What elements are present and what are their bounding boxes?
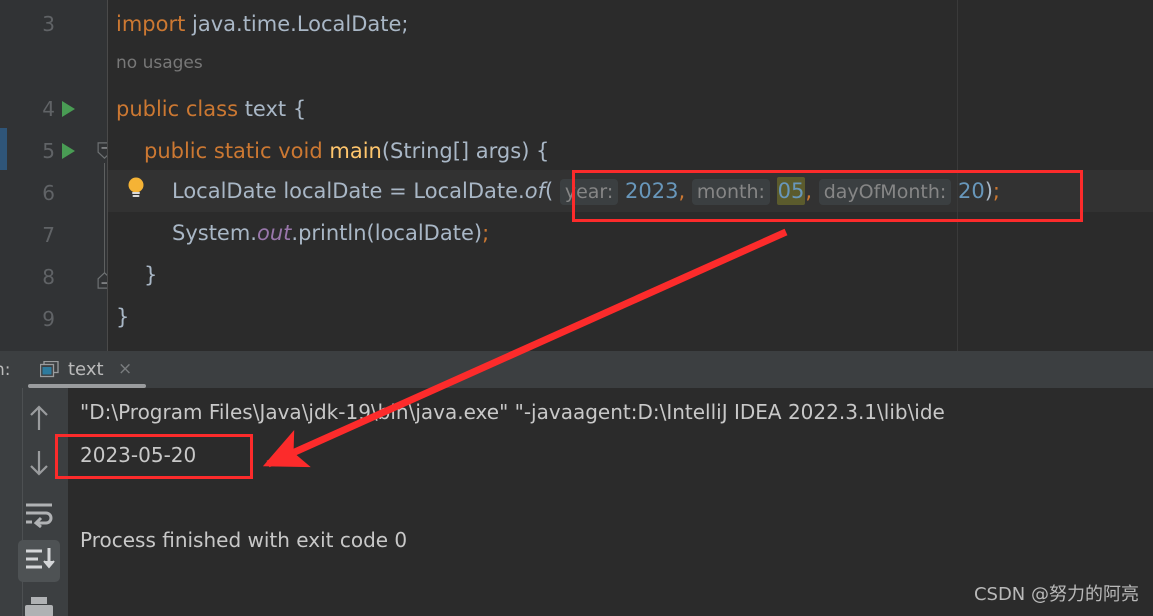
run-tool-window: n: text × <box>0 351 1153 616</box>
soft-wrap-button[interactable] <box>18 492 60 534</box>
run-tool-window-header: n: text × <box>0 351 1153 388</box>
keyword-class: class <box>185 97 239 121</box>
method-name-main: main <box>329 139 382 163</box>
close-brace: } <box>116 305 130 329</box>
tab-label-text: text <box>68 359 104 380</box>
console-output-value: 2023-05-20 <box>80 443 197 467</box>
console-exit-message: Process finished with exit code 0 <box>80 528 408 552</box>
inlay-no-usages[interactable]: no usages <box>116 48 203 78</box>
semicolon: ; <box>992 179 1000 203</box>
close-brace: } <box>144 263 158 287</box>
code-line-3: import java.time.LocalDate; <box>116 3 409 45</box>
arg-month-value: 05 <box>776 177 806 205</box>
main-params: (String[] args) { <box>381 139 550 163</box>
print-icon <box>25 597 53 616</box>
paren-close: ) <box>984 179 993 203</box>
keyword-static: static <box>213 139 272 163</box>
arg-day-value: 20 <box>957 179 985 203</box>
line-number: 9 <box>42 307 55 331</box>
line-number: 7 <box>42 223 55 247</box>
class-name-text: text <box>244 97 287 121</box>
editor-gutter[interactable]: 3 4 5 6 7 8 9 <box>7 0 112 351</box>
method-of: of <box>524 179 545 203</box>
semicolon: ; <box>482 221 490 245</box>
variable-localdate: localDate <box>283 179 383 203</box>
line-number: 4 <box>42 97 55 121</box>
keyword-public: public <box>144 139 208 163</box>
watermark-text: CSDN @努力的阿亮 <box>973 584 1139 605</box>
paren-open: ( <box>544 179 554 203</box>
run-tool-window-title: n: <box>0 360 11 380</box>
line-number: 5 <box>42 139 55 163</box>
inlay-hint-dayofmonth[interactable]: dayOfMonth: <box>818 179 952 205</box>
scroll-up-button[interactable] <box>18 398 60 440</box>
down-arrow-icon <box>30 451 48 476</box>
arg-year-value: 2023 <box>625 179 679 203</box>
fold-region-line <box>104 163 105 273</box>
code-line-7: System.out.println(localDate); <box>172 212 489 254</box>
close-icon[interactable]: × <box>118 360 132 378</box>
ide-screenshot: 3 4 5 6 7 8 9 import java.time.LocalDate… <box>0 0 1153 616</box>
field-out: out <box>256 221 292 245</box>
print-button[interactable] <box>18 590 60 616</box>
run-main-marker-icon[interactable] <box>62 143 75 159</box>
keyword-void: void <box>278 139 323 163</box>
inlay-hint-month[interactable]: month: <box>691 179 770 205</box>
soft-wrap-icon <box>26 503 53 529</box>
code-line-4: public class text { <box>116 88 306 130</box>
line-number: 8 <box>42 265 55 289</box>
vcs-change-strip <box>0 0 7 351</box>
run-class-marker-icon[interactable] <box>62 101 75 117</box>
keyword-import: import <box>116 12 186 36</box>
inlay-hint-year[interactable]: year: <box>559 179 619 205</box>
code-line-9: } <box>116 296 129 338</box>
code-line-6: LocalDate localDate = LocalDate.of( year… <box>172 170 1000 212</box>
up-arrow-icon <box>30 405 48 430</box>
assign-operator: = <box>389 179 407 203</box>
system-ref: System. <box>172 221 257 245</box>
println-call: .println(localDate) <box>291 221 483 245</box>
keyword-public: public <box>116 97 180 121</box>
scroll-to-end-icon <box>26 548 55 569</box>
line-number: 3 <box>42 12 55 36</box>
vcs-changed-line-marker <box>0 128 7 170</box>
console-command-line: "D:\Program Files\Java\jdk-19\bin\java.e… <box>80 400 945 424</box>
code-line-8: } <box>144 254 157 296</box>
console-icon <box>40 361 59 378</box>
line-number: 6 <box>42 181 55 205</box>
code-line-5: public static void main(String[] args) { <box>144 130 549 172</box>
code-editor[interactable]: 3 4 5 6 7 8 9 import java.time.LocalDate… <box>0 0 1153 351</box>
console-toolbar[interactable] <box>0 388 68 616</box>
intention-bulb-icon[interactable] <box>126 176 146 200</box>
scroll-to-end-button[interactable] <box>18 540 60 582</box>
type-localdate: LocalDate <box>172 179 277 203</box>
code-text-area[interactable]: import java.time.LocalDate; no usages pu… <box>108 0 1153 351</box>
open-brace: { <box>292 97 307 121</box>
scroll-down-button[interactable] <box>18 442 60 484</box>
import-path: java.time.LocalDate; <box>185 12 409 36</box>
class-localdate-ref: LocalDate. <box>413 179 525 203</box>
